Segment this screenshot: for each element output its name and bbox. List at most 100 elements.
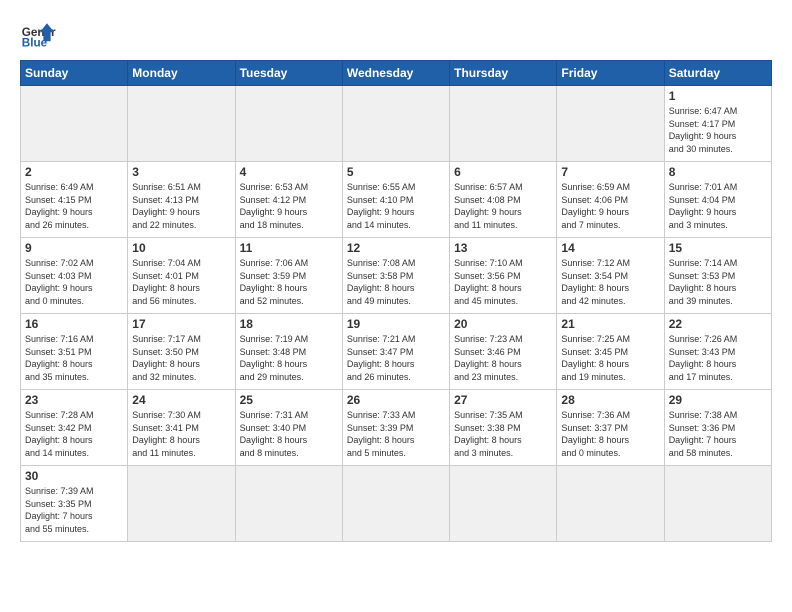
day-info: Sunrise: 7:02 AM Sunset: 4:03 PM Dayligh…	[25, 257, 123, 307]
day-number: 18	[240, 317, 338, 331]
day-number: 8	[669, 165, 767, 179]
weekday-thursday: Thursday	[450, 61, 557, 86]
day-info: Sunrise: 6:57 AM Sunset: 4:08 PM Dayligh…	[454, 181, 552, 231]
day-info: Sunrise: 6:47 AM Sunset: 4:17 PM Dayligh…	[669, 105, 767, 155]
calendar-cell	[128, 466, 235, 542]
calendar-cell	[128, 86, 235, 162]
logo: General Blue	[20, 16, 56, 52]
day-info: Sunrise: 7:14 AM Sunset: 3:53 PM Dayligh…	[669, 257, 767, 307]
week-row-3: 9 Sunrise: 7:02 AM Sunset: 4:03 PM Daylig…	[21, 238, 772, 314]
calendar-cell: 10Sunrise: 7:04 AM Sunset: 4:01 PM Dayli…	[128, 238, 235, 314]
day-info: Sunrise: 7:10 AM Sunset: 3:56 PM Dayligh…	[454, 257, 552, 307]
day-info: Sunrise: 7:28 AM Sunset: 3:42 PM Dayligh…	[25, 409, 123, 459]
day-number: 23	[25, 393, 123, 407]
calendar-cell: 7 Sunrise: 6:59 AM Sunset: 4:06 PM Daylig…	[557, 162, 664, 238]
day-number: 20	[454, 317, 552, 331]
calendar-cell: 30 Sunrise: 7:39 AM Sunset: 3:35 PM Dayli…	[21, 466, 128, 542]
calendar-cell: 16 Sunrise: 7:16 AM Sunset: 3:51 PM Dayli…	[21, 314, 128, 390]
day-info: Sunrise: 7:06 AM Sunset: 3:59 PM Dayligh…	[240, 257, 338, 307]
day-number: 12	[347, 241, 445, 255]
day-number: 11	[240, 241, 338, 255]
week-row-6: 30 Sunrise: 7:39 AM Sunset: 3:35 PM Dayli…	[21, 466, 772, 542]
week-row-4: 16 Sunrise: 7:16 AM Sunset: 3:51 PM Dayli…	[21, 314, 772, 390]
calendar-cell	[557, 86, 664, 162]
logo-icon: General Blue	[20, 16, 56, 52]
calendar-cell	[450, 466, 557, 542]
calendar-cell: 3 Sunrise: 6:51 AM Sunset: 4:13 PM Daylig…	[128, 162, 235, 238]
day-info: Sunrise: 7:36 AM Sunset: 3:37 PM Dayligh…	[561, 409, 659, 459]
weekday-friday: Friday	[557, 61, 664, 86]
day-info: Sunrise: 7:35 AM Sunset: 3:38 PM Dayligh…	[454, 409, 552, 459]
day-number: 3	[132, 165, 230, 179]
calendar-cell	[235, 86, 342, 162]
calendar-cell: 13 Sunrise: 7:10 AM Sunset: 3:56 PM Dayli…	[450, 238, 557, 314]
day-number: 29	[669, 393, 767, 407]
week-row-1: 1 Sunrise: 6:47 AM Sunset: 4:17 PM Daylig…	[21, 86, 772, 162]
day-number: 2	[25, 165, 123, 179]
day-number: 27	[454, 393, 552, 407]
day-number: 15	[669, 241, 767, 255]
day-number: 19	[347, 317, 445, 331]
calendar-cell: 26 Sunrise: 7:33 AM Sunset: 3:39 PM Dayli…	[342, 390, 449, 466]
calendar-cell: 2 Sunrise: 6:49 AM Sunset: 4:15 PM Daylig…	[21, 162, 128, 238]
day-info: Sunrise: 7:17 AM Sunset: 3:50 PM Dayligh…	[132, 333, 230, 383]
calendar-cell: 11 Sunrise: 7:06 AM Sunset: 3:59 PM Dayli…	[235, 238, 342, 314]
day-info: Sunrise: 7:08 AM Sunset: 3:58 PM Dayligh…	[347, 257, 445, 307]
day-info: Sunrise: 6:59 AM Sunset: 4:06 PM Dayligh…	[561, 181, 659, 231]
day-number: 1	[669, 89, 767, 103]
day-number: 5	[347, 165, 445, 179]
day-number: 13	[454, 241, 552, 255]
weekday-tuesday: Tuesday	[235, 61, 342, 86]
day-number: 25	[240, 393, 338, 407]
calendar-cell	[21, 86, 128, 162]
calendar-cell: 25 Sunrise: 7:31 AM Sunset: 3:40 PM Dayli…	[235, 390, 342, 466]
day-info: Sunrise: 6:55 AM Sunset: 4:10 PM Dayligh…	[347, 181, 445, 231]
week-row-2: 2 Sunrise: 6:49 AM Sunset: 4:15 PM Daylig…	[21, 162, 772, 238]
calendar-cell: 9 Sunrise: 7:02 AM Sunset: 4:03 PM Daylig…	[21, 238, 128, 314]
day-number: 7	[561, 165, 659, 179]
calendar-cell	[235, 466, 342, 542]
calendar-cell: 20Sunrise: 7:23 AM Sunset: 3:46 PM Dayli…	[450, 314, 557, 390]
day-info: Sunrise: 7:38 AM Sunset: 3:36 PM Dayligh…	[669, 409, 767, 459]
day-info: Sunrise: 6:49 AM Sunset: 4:15 PM Dayligh…	[25, 181, 123, 231]
weekday-header-row: SundayMondayTuesdayWednesdayThursdayFrid…	[21, 61, 772, 86]
day-info: Sunrise: 7:12 AM Sunset: 3:54 PM Dayligh…	[561, 257, 659, 307]
day-info: Sunrise: 7:30 AM Sunset: 3:41 PM Dayligh…	[132, 409, 230, 459]
day-number: 22	[669, 317, 767, 331]
calendar-cell: 15 Sunrise: 7:14 AM Sunset: 3:53 PM Dayli…	[664, 238, 771, 314]
calendar-cell: 28Sunrise: 7:36 AM Sunset: 3:37 PM Dayli…	[557, 390, 664, 466]
day-number: 4	[240, 165, 338, 179]
day-info: Sunrise: 7:33 AM Sunset: 3:39 PM Dayligh…	[347, 409, 445, 459]
day-number: 26	[347, 393, 445, 407]
calendar-cell	[557, 466, 664, 542]
calendar-cell: 24 Sunrise: 7:30 AM Sunset: 3:41 PM Dayli…	[128, 390, 235, 466]
calendar-cell: 22 Sunrise: 7:26 AM Sunset: 3:43 PM Dayli…	[664, 314, 771, 390]
day-info: Sunrise: 7:31 AM Sunset: 3:40 PM Dayligh…	[240, 409, 338, 459]
day-info: Sunrise: 7:04 AM Sunset: 4:01 PM Dayligh…	[132, 257, 230, 307]
calendar-cell: 1 Sunrise: 6:47 AM Sunset: 4:17 PM Daylig…	[664, 86, 771, 162]
day-info: Sunrise: 7:26 AM Sunset: 3:43 PM Dayligh…	[669, 333, 767, 383]
day-info: Sunrise: 7:39 AM Sunset: 3:35 PM Dayligh…	[25, 485, 123, 535]
calendar-cell	[450, 86, 557, 162]
calendar-cell: 18Sunrise: 7:19 AM Sunset: 3:48 PM Dayli…	[235, 314, 342, 390]
day-info: Sunrise: 6:51 AM Sunset: 4:13 PM Dayligh…	[132, 181, 230, 231]
week-row-5: 23 Sunrise: 7:28 AM Sunset: 3:42 PM Dayli…	[21, 390, 772, 466]
day-number: 24	[132, 393, 230, 407]
calendar-cell: 27 Sunrise: 7:35 AM Sunset: 3:38 PM Dayli…	[450, 390, 557, 466]
day-number: 30	[25, 469, 123, 483]
day-number: 16	[25, 317, 123, 331]
day-number: 14	[561, 241, 659, 255]
weekday-saturday: Saturday	[664, 61, 771, 86]
day-number: 6	[454, 165, 552, 179]
calendar-cell: 23 Sunrise: 7:28 AM Sunset: 3:42 PM Dayli…	[21, 390, 128, 466]
day-info: Sunrise: 7:21 AM Sunset: 3:47 PM Dayligh…	[347, 333, 445, 383]
calendar-cell: 21Sunrise: 7:25 AM Sunset: 3:45 PM Dayli…	[557, 314, 664, 390]
day-number: 9	[25, 241, 123, 255]
calendar-page: General Blue SundayMondayTuesdayWednesda…	[0, 0, 792, 612]
weekday-wednesday: Wednesday	[342, 61, 449, 86]
day-info: Sunrise: 7:16 AM Sunset: 3:51 PM Dayligh…	[25, 333, 123, 383]
calendar-cell: 5 Sunrise: 6:55 AM Sunset: 4:10 PM Daylig…	[342, 162, 449, 238]
header: General Blue	[20, 16, 772, 52]
calendar-cell	[664, 466, 771, 542]
calendar-cell	[342, 86, 449, 162]
